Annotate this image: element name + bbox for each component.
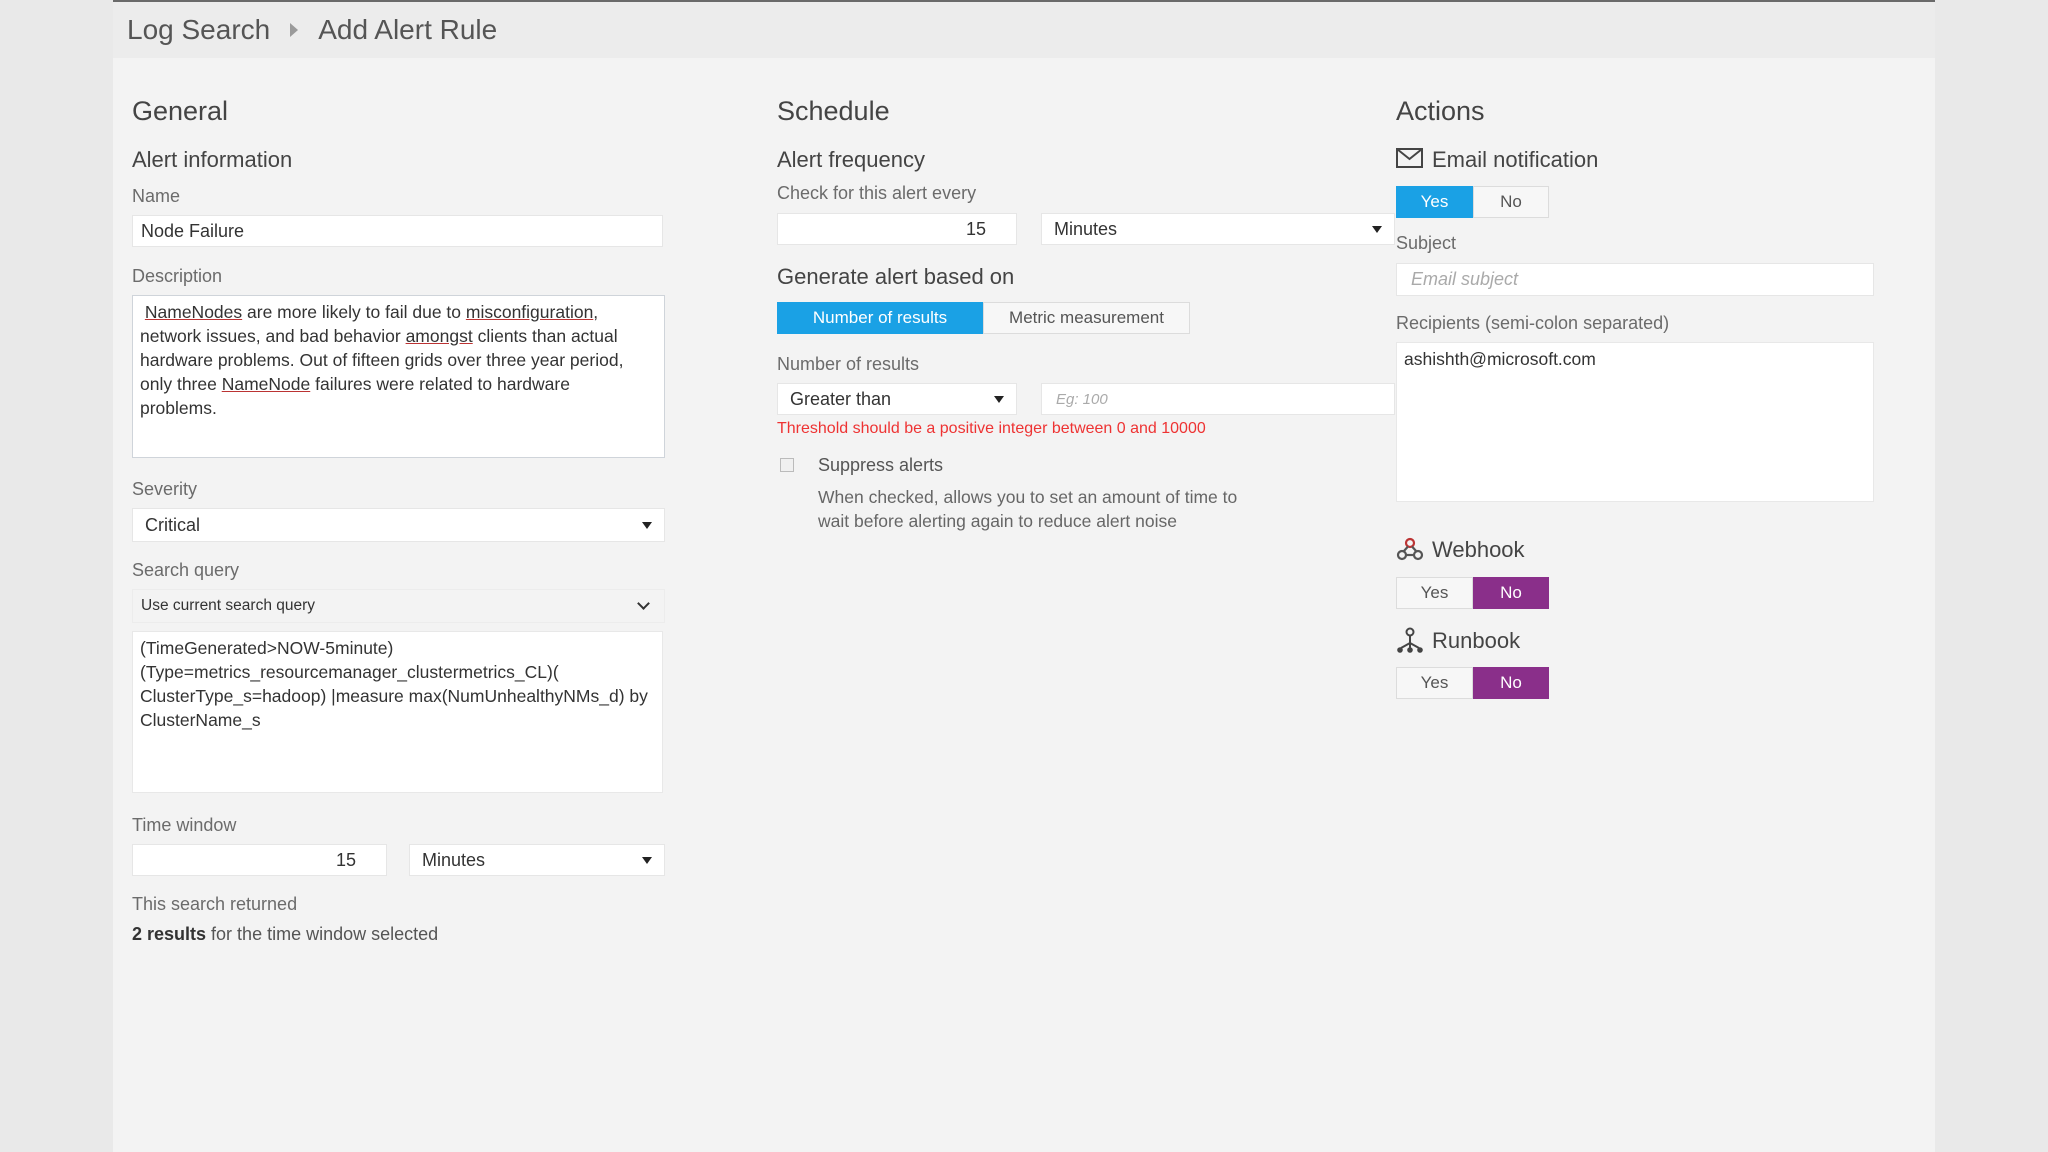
caret-down-icon xyxy=(994,395,1004,403)
breadcrumb-separator-icon xyxy=(290,23,299,37)
check-frequency-input[interactable]: 15 xyxy=(777,213,1017,245)
chevron-down-icon xyxy=(637,597,650,610)
time-window-value: 15 xyxy=(335,849,356,870)
general-heading: General xyxy=(132,96,229,126)
number-of-results-option[interactable]: Number of results xyxy=(777,302,983,334)
description-label: Description xyxy=(132,266,223,286)
search-query-select[interactable]: Use current search query xyxy=(132,589,665,623)
alert-information-heading: Alert information xyxy=(132,147,293,172)
name-label: Name xyxy=(132,186,181,206)
spellcheck-word: NameNodes xyxy=(144,302,243,322)
severity-value: Critical xyxy=(145,514,201,535)
threshold-error: Threshold should be a positive integer b… xyxy=(777,420,1206,437)
name-input[interactable]: Node Failure xyxy=(132,215,663,247)
severity-select[interactable]: Critical xyxy=(132,508,665,542)
subject-label: Subject xyxy=(1396,233,1457,253)
runbook-icon xyxy=(1397,627,1423,653)
webhook-toggle: Yes No xyxy=(1396,577,1549,609)
breadcrumb: Log Search Add Alert Rule xyxy=(113,2,1935,58)
search-query-textarea[interactable]: (TimeGenerated>NOW-5minute) (Type=metric… xyxy=(132,631,663,793)
alert-frequency-heading: Alert frequency xyxy=(777,147,925,172)
subject-placeholder: Email subject xyxy=(1411,269,1519,289)
metric-measurement-option[interactable]: Metric measurement xyxy=(983,302,1190,334)
suppress-alerts-help: When checked, allows you to set an amoun… xyxy=(818,487,1238,531)
check-frequency-value: 15 xyxy=(965,218,986,239)
check-frequency-unit-select[interactable]: Minutes xyxy=(1041,213,1395,245)
time-window-unit-select[interactable]: Minutes xyxy=(409,844,665,876)
description-text: are more likely to fail due to xyxy=(242,302,466,322)
spellcheck-word: misconfiguration xyxy=(465,302,594,322)
caret-down-icon xyxy=(642,521,652,529)
schedule-heading: Schedule xyxy=(777,96,890,126)
subject-input[interactable]: Email subject xyxy=(1396,263,1874,296)
threshold-placeholder: Eg: 100 xyxy=(1056,390,1108,408)
email-notification-toggle: Yes No xyxy=(1396,186,1549,218)
threshold-input[interactable]: Eg: 100 xyxy=(1041,383,1395,415)
number-of-results-label: Number of results xyxy=(777,354,920,374)
suppress-alerts-checkbox[interactable] xyxy=(780,458,794,472)
severity-label: Severity xyxy=(132,479,198,499)
suppress-alerts-label: Suppress alerts xyxy=(818,455,944,475)
spellcheck-word: amongst xyxy=(405,326,473,346)
actions-heading: Actions xyxy=(1396,96,1485,126)
description-textarea[interactable]: NameNodes are more likely to fail due to… xyxy=(132,295,665,458)
runbook-toggle: Yes No xyxy=(1396,667,1549,699)
time-window-unit-value: Minutes xyxy=(422,849,486,870)
time-window-label: Time window xyxy=(132,815,237,835)
search-query-select-value: Use current search query xyxy=(141,597,316,614)
results-count: 2 results xyxy=(132,924,207,944)
envelope-icon xyxy=(1396,148,1423,168)
results-summary-rest: for the time window selected xyxy=(206,924,439,944)
runbook-yes-button[interactable]: Yes xyxy=(1396,667,1473,699)
search-query-label: Search query xyxy=(132,560,240,580)
webhook-heading: Webhook xyxy=(1432,537,1525,562)
runbook-no-button[interactable]: No xyxy=(1473,667,1549,699)
runbook-heading: Runbook xyxy=(1432,628,1521,653)
alert-mode-toggle: Number of results Metric measurement xyxy=(777,302,1190,334)
caret-down-icon xyxy=(642,856,652,864)
check-every-label: Check for this alert every xyxy=(777,183,977,203)
email-notification-heading: Email notification xyxy=(1432,147,1599,172)
email-yes-button[interactable]: Yes xyxy=(1396,186,1473,218)
alert-rule-panel: Log Search Add Alert Rule General Alert … xyxy=(113,2,1935,1152)
operator-value: Greater than xyxy=(790,388,892,409)
results-summary: 2 results for the time window selected xyxy=(132,924,438,945)
generate-alert-heading: Generate alert based on xyxy=(777,264,1015,289)
time-window-input[interactable]: 15 xyxy=(132,844,387,876)
webhook-no-button[interactable]: No xyxy=(1473,577,1549,609)
webhook-yes-button[interactable]: Yes xyxy=(1396,577,1473,609)
recipients-textarea[interactable]: ashishth@microsoft.com xyxy=(1396,342,1874,502)
breadcrumb-log-search[interactable]: Log Search xyxy=(127,14,270,46)
operator-select[interactable]: Greater than xyxy=(777,383,1017,415)
name-value: Node Failure xyxy=(141,220,245,241)
search-returned-label: This search returned xyxy=(132,894,298,914)
webhook-icon xyxy=(1396,537,1424,561)
recipients-label: Recipients (semi-colon separated) xyxy=(1396,313,1670,333)
caret-down-icon xyxy=(1372,225,1382,233)
breadcrumb-current: Add Alert Rule xyxy=(318,14,498,45)
spellcheck-word: NameNode xyxy=(221,374,311,394)
check-frequency-unit-value: Minutes xyxy=(1054,218,1118,239)
email-no-button[interactable]: No xyxy=(1473,186,1549,218)
